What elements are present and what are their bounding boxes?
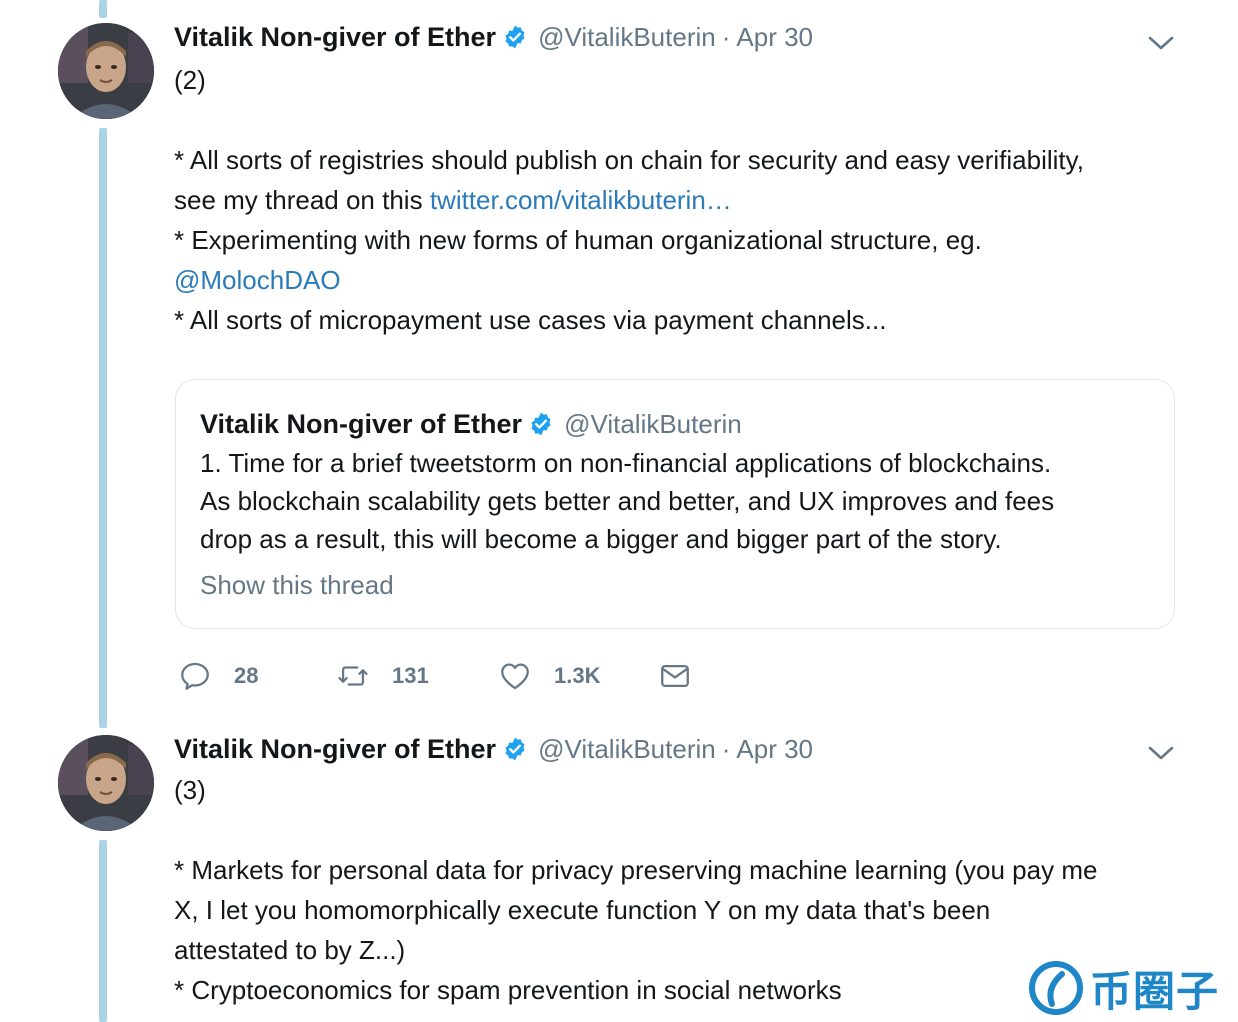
display-name[interactable]: Vitalik Non-giver of Ether [174, 734, 496, 765]
handle[interactable]: @VitalikButerin [538, 734, 716, 765]
thread-line-bottom [99, 840, 107, 1022]
tweet-line: * All sorts of registries should publish… [174, 145, 1084, 175]
quoted-line: 1. Time for a brief tweetstorm on non-fi… [200, 448, 1052, 478]
retweet-count: 131 [392, 663, 429, 688]
like-button[interactable]: 1.3K [498, 656, 600, 696]
thread-line-middle [99, 128, 107, 728]
reply-count: 28 [234, 663, 259, 688]
chevron-down-icon[interactable] [1146, 33, 1176, 53]
retweet-icon [338, 666, 368, 686]
separator-dot: · [721, 21, 731, 52]
watermark-text: 币圈子 [1090, 967, 1220, 1015]
avatar-photo [58, 23, 154, 119]
quoted-handle: @VitalikButerin [564, 408, 742, 439]
verified-badge-icon [505, 737, 525, 761]
tweet-number: (3) [174, 775, 206, 805]
verified-badge-icon [505, 25, 525, 49]
quoted-line: As blockchain scalability gets better an… [200, 486, 1055, 516]
tweet-number: (2) [174, 65, 206, 95]
tweet-line: * All sorts of micropayment use cases vi… [174, 305, 887, 335]
envelope-icon [661, 664, 689, 688]
tweet-actions: 28 131 1.3K [178, 656, 718, 696]
retweet-button[interactable]: 131 [336, 656, 429, 696]
separator-dot: · [721, 733, 731, 764]
reply-icon [181, 662, 209, 690]
watermark-logo-icon [1029, 961, 1083, 1015]
quoted-display-name: Vitalik Non-giver of Ether [200, 408, 523, 439]
tweet-line-prefix: see my thread on this [174, 185, 430, 215]
tweet-header: Vitalik Non-giver of Ether @VitalikButer… [174, 731, 813, 767]
quoted-tweet-header: Vitalik Non-giver of Ether @VitalikButer… [200, 406, 742, 442]
reply-button[interactable]: 28 [178, 656, 258, 696]
tweet-line: * Experimenting with new forms of human … [174, 225, 982, 255]
like-count: 1.3K [554, 663, 601, 688]
mention-link[interactable]: @MolochDAO [174, 265, 341, 295]
direct-message-button[interactable] [658, 656, 692, 696]
show-this-thread-link[interactable]: Show this thread [200, 570, 394, 601]
chevron-down-icon[interactable] [1146, 743, 1176, 763]
quoted-line: drop as a result, this will become a big… [200, 524, 1002, 554]
avatar-photo [58, 735, 154, 831]
avatar[interactable] [58, 23, 154, 119]
tweet-header: Vitalik Non-giver of Ether @VitalikButer… [174, 19, 813, 55]
tweet-date[interactable]: Apr 30 [736, 22, 813, 53]
verified-badge-icon [531, 412, 551, 436]
tweet-line: * Markets for personal data for privacy … [174, 855, 1098, 885]
thread-link[interactable]: twitter.com/vitalikbuterin… [430, 185, 732, 215]
avatar[interactable] [58, 735, 154, 831]
quoted-tweet-text: 1. Time for a brief tweetstorm on non-fi… [200, 444, 1054, 558]
tweet-date[interactable]: Apr 30 [736, 734, 813, 765]
tweet-line: X, I let you homomorphically execute fun… [174, 895, 991, 925]
tweet-line: see my thread on this twitter.com/vitali… [174, 180, 1184, 220]
watermark: 币圈子 [1028, 955, 1238, 1021]
quoted-tweet-card[interactable]: Vitalik Non-giver of Ether @VitalikButer… [175, 379, 1175, 629]
tweet-text: (2) * All sorts of registries should pub… [174, 60, 1184, 340]
display-name[interactable]: Vitalik Non-giver of Ether [174, 22, 496, 53]
thread-line-top [99, 0, 107, 18]
heart-icon [501, 663, 529, 690]
handle[interactable]: @VitalikButerin [538, 22, 716, 53]
